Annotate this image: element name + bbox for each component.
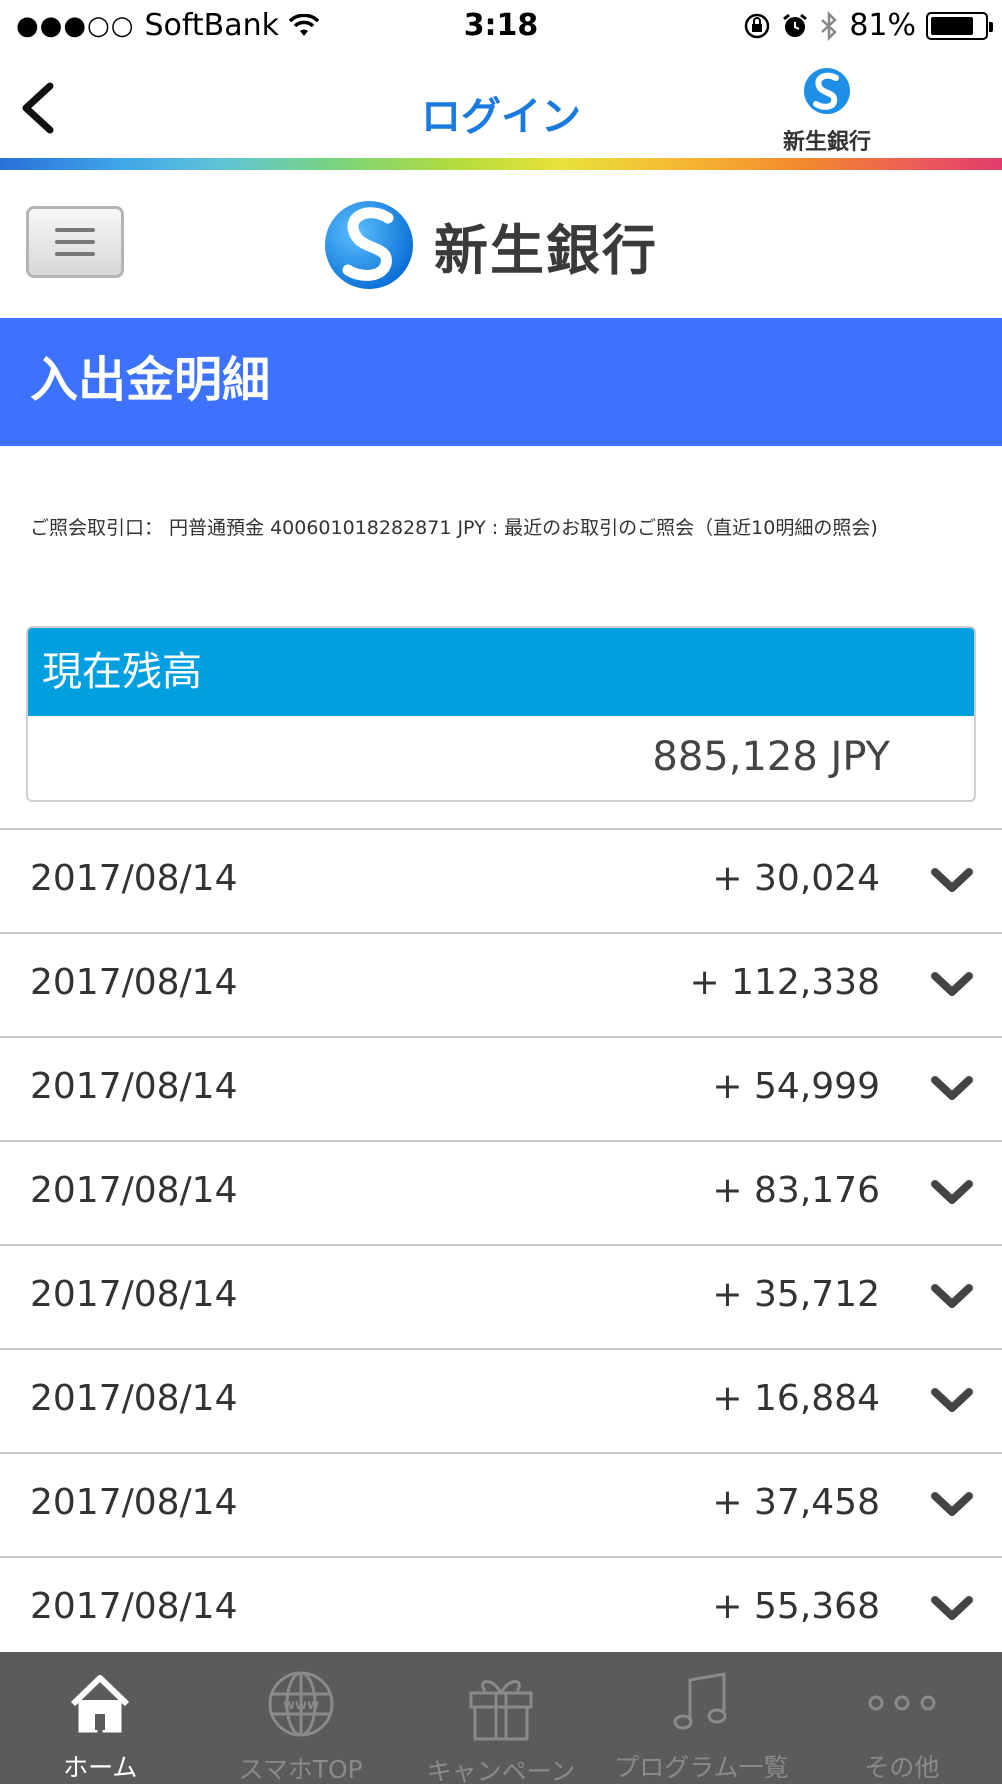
transaction-amount: + 16,884 bbox=[712, 1378, 880, 1419]
transaction-amount: + 54,999 bbox=[712, 1066, 880, 1107]
transaction-row[interactable]: 2017/08/14 + 54,999 bbox=[0, 1036, 1002, 1140]
tab-bar: ホーム www スマホTOP キャンペーン プログラム一覧 その他 bbox=[0, 1652, 1002, 1786]
balance-card: 現在残高 885,128 JPY bbox=[26, 626, 976, 802]
status-bar: ●●●○○ SoftBank 3:18 81% bbox=[0, 0, 1002, 56]
transaction-date: 2017/08/14 bbox=[30, 1586, 238, 1627]
more-icon bbox=[862, 1668, 942, 1738]
transaction-amount: + 30,024 bbox=[712, 858, 880, 899]
hamburger-icon-line bbox=[55, 252, 95, 256]
site-logo-text: 新生銀行 bbox=[434, 218, 658, 282]
transaction-date: 2017/08/14 bbox=[30, 962, 238, 1003]
menu-button[interactable] bbox=[26, 206, 124, 278]
hamburger-icon-line bbox=[55, 228, 95, 232]
transaction-date: 2017/08/14 bbox=[30, 858, 238, 899]
nav-brand-logo: 新生銀行 bbox=[772, 66, 882, 156]
tab-label: キャンペーン bbox=[426, 1757, 576, 1786]
shinsei-logo-icon bbox=[804, 68, 850, 114]
chevron-down-icon[interactable] bbox=[930, 866, 974, 896]
page-title: 入出金明細 bbox=[30, 352, 271, 408]
transaction-amount: + 55,368 bbox=[712, 1586, 880, 1627]
gift-icon bbox=[461, 1668, 541, 1742]
battery-icon bbox=[926, 11, 993, 40]
transaction-amount: + 112,338 bbox=[689, 962, 880, 1003]
navigation-bar: ログイン 新生銀行 bbox=[0, 56, 1002, 160]
alarm-icon bbox=[783, 13, 808, 37]
chevron-down-icon[interactable] bbox=[930, 1594, 974, 1624]
transaction-amount: + 37,458 bbox=[712, 1482, 880, 1523]
transaction-date: 2017/08/14 bbox=[30, 1274, 238, 1315]
transaction-date: 2017/08/14 bbox=[30, 1066, 238, 1107]
tab-label: プログラム一覧 bbox=[614, 1753, 789, 1782]
shinsei-logo-icon bbox=[325, 201, 413, 289]
status-right: 81% bbox=[743, 8, 993, 43]
rotation-lock-icon bbox=[745, 13, 770, 38]
site-logo[interactable]: 新生銀行 bbox=[322, 198, 658, 292]
rainbow-divider bbox=[0, 158, 1002, 170]
battery-level bbox=[931, 16, 974, 35]
chevron-down-icon[interactable] bbox=[930, 1074, 974, 1104]
tab-label: その他 bbox=[864, 1753, 940, 1782]
home-icon bbox=[60, 1668, 140, 1738]
tab-campaign[interactable]: キャンペーン bbox=[401, 1652, 601, 1786]
transaction-row[interactable]: 2017/08/14 + 35,712 bbox=[0, 1244, 1002, 1348]
chevron-down-icon[interactable] bbox=[930, 1386, 974, 1416]
tab-label: スマホTOP bbox=[238, 1755, 363, 1784]
transaction-amount: + 83,176 bbox=[712, 1170, 880, 1211]
balance-label: 現在残高 bbox=[28, 628, 974, 716]
tab-other[interactable]: その他 bbox=[802, 1652, 1002, 1784]
hamburger-icon-line bbox=[55, 240, 95, 244]
transaction-row[interactable]: 2017/08/14 + 55,368 bbox=[0, 1556, 1002, 1660]
chevron-down-icon[interactable] bbox=[930, 1490, 974, 1520]
chevron-down-icon[interactable] bbox=[930, 1282, 974, 1312]
music-note-icon bbox=[661, 1668, 741, 1738]
balance-value: 885,128 JPY bbox=[652, 734, 890, 780]
tab-home[interactable]: ホーム bbox=[0, 1652, 200, 1784]
transaction-row[interactable]: 2017/08/14 + 30,024 bbox=[0, 828, 1002, 932]
transaction-date: 2017/08/14 bbox=[30, 1482, 238, 1523]
tab-program-list[interactable]: プログラム一覧 bbox=[601, 1652, 801, 1784]
transaction-list: 2017/08/14 + 30,024 2017/08/14 + 112,338 201… bbox=[0, 828, 1002, 1660]
transaction-date: 2017/08/14 bbox=[30, 1170, 238, 1211]
site-header: 新生銀行 bbox=[0, 170, 1002, 318]
transaction-amount: + 35,712 bbox=[712, 1274, 880, 1315]
page-title-bar: 入出金明細 bbox=[0, 318, 1002, 446]
tab-smartphone-top[interactable]: www スマホTOP bbox=[200, 1652, 400, 1784]
transaction-row[interactable]: 2017/08/14 + 37,458 bbox=[0, 1452, 1002, 1556]
transaction-row[interactable]: 2017/08/14 + 112,338 bbox=[0, 932, 1002, 1036]
transaction-row[interactable]: 2017/08/14 + 16,884 bbox=[0, 1348, 1002, 1452]
transaction-row[interactable]: 2017/08/14 + 83,176 bbox=[0, 1140, 1002, 1244]
transaction-date: 2017/08/14 bbox=[30, 1378, 238, 1419]
account-info-text: ご照会取引口： 円普通預金 400601018282871 JPY : 最近のお… bbox=[30, 517, 878, 539]
tab-label: ホーム bbox=[63, 1753, 138, 1782]
chevron-down-icon[interactable] bbox=[930, 1178, 974, 1208]
bluetooth-icon bbox=[821, 10, 838, 41]
battery-percent: 81% bbox=[849, 8, 916, 43]
chevron-down-icon[interactable] bbox=[930, 970, 974, 1000]
globe-icon: www bbox=[261, 1668, 341, 1740]
nav-logo-text: 新生銀行 bbox=[782, 130, 871, 155]
svg-text:www: www bbox=[283, 1698, 319, 1713]
